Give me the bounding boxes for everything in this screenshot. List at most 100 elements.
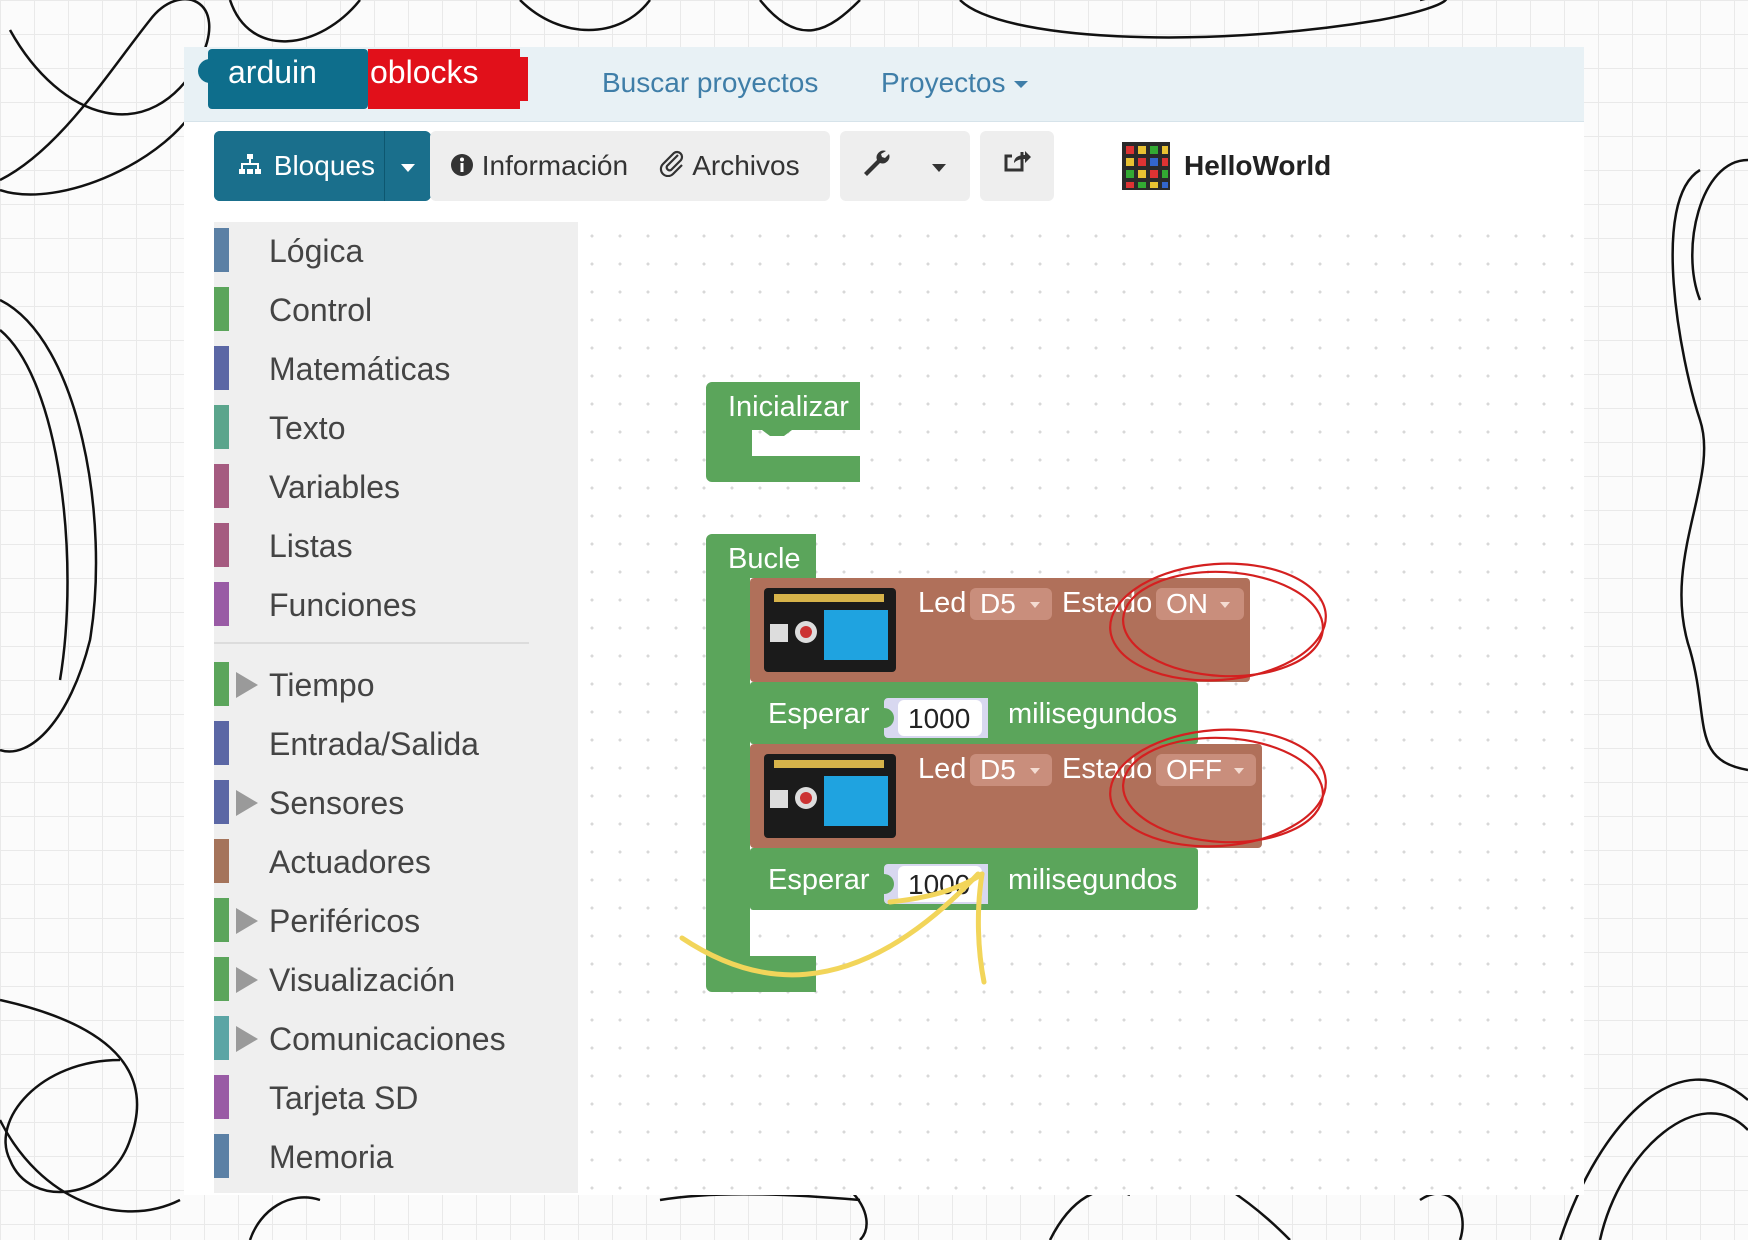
- search-projects-link[interactable]: Buscar proyectos: [602, 55, 818, 111]
- wait-unit: milisegundos: [1008, 698, 1177, 730]
- category-color-swatch: [214, 839, 229, 883]
- category-control[interactable]: Control: [214, 281, 578, 333]
- toolbar: Bloques Información Archivos HelloWorld: [184, 131, 1584, 207]
- category-memoria[interactable]: Memoria: [214, 1128, 578, 1180]
- category-color-swatch: [214, 464, 229, 508]
- expand-arrow-icon: [236, 790, 258, 816]
- state-value: ON: [1166, 588, 1208, 619]
- category-color-swatch: [214, 1134, 229, 1178]
- blocks-label: Bloques: [273, 150, 375, 181]
- category-label: Actuadores: [269, 844, 431, 880]
- wait-label: Esperar: [768, 698, 870, 730]
- category-matematicas[interactable]: Matemáticas: [214, 340, 578, 392]
- category-label: Funciones: [269, 587, 417, 623]
- category-color-swatch: [214, 662, 229, 706]
- files-button[interactable]: Archivos: [658, 131, 800, 201]
- paperclip-icon: [658, 133, 686, 203]
- blocks-button-group: Bloques: [214, 131, 431, 201]
- search-projects-label: Buscar proyectos: [602, 67, 819, 98]
- led-module-icon: [764, 588, 896, 672]
- category-color-swatch: [214, 1016, 229, 1060]
- state-dropdown[interactable]: ON: [1156, 588, 1244, 620]
- project-name[interactable]: HelloWorld: [1184, 131, 1331, 201]
- category-sensores[interactable]: Sensores: [214, 774, 578, 826]
- state-dropdown[interactable]: OFF: [1156, 754, 1256, 786]
- info-button[interactable]: Información: [450, 131, 628, 201]
- info-label: Información: [481, 150, 629, 181]
- category-funciones[interactable]: Funciones: [214, 576, 578, 628]
- projects-dropdown[interactable]: Proyectos: [881, 55, 1028, 111]
- init-block-label: Inicializar: [728, 391, 849, 423]
- pin-dropdown[interactable]: D5: [970, 754, 1052, 786]
- share-group: [980, 131, 1054, 201]
- expand-arrow-icon: [236, 908, 258, 934]
- category-label: Variables: [269, 469, 401, 505]
- projects-label: Proyectos: [881, 67, 1006, 98]
- category-color-swatch: [214, 1075, 229, 1119]
- led-label: Led: [918, 587, 966, 619]
- category-logica[interactable]: Lógica: [214, 222, 578, 274]
- category-color-swatch: [214, 721, 229, 765]
- init-block[interactable]: Inicializar: [706, 382, 860, 482]
- category-label: Comunicaciones: [269, 1021, 506, 1057]
- pin-value: D5: [980, 754, 1016, 785]
- category-label: Tarjeta SD: [269, 1080, 419, 1116]
- category-toolbox: Lógica Control Matemáticas Texto Variabl…: [214, 222, 578, 1193]
- chevron-down-icon: [932, 163, 946, 172]
- expand-arrow-icon: [236, 967, 258, 993]
- category-visualizacion[interactable]: Visualización: [214, 951, 578, 1003]
- category-label: Tiempo: [269, 667, 375, 703]
- category-divider: [214, 642, 529, 644]
- tools-dropdown-toggle[interactable]: [924, 131, 954, 201]
- category-label: Memoria: [269, 1139, 394, 1175]
- svg-text:arduin: arduin: [228, 54, 317, 90]
- wait-value-field[interactable]: 1000: [884, 864, 988, 904]
- category-color-swatch: [214, 898, 229, 942]
- led-on-block[interactable]: Led D5 Estado ON: [750, 578, 1250, 682]
- category-texto[interactable]: Texto: [214, 399, 578, 451]
- category-label: Listas: [269, 528, 353, 564]
- category-color-swatch: [214, 287, 229, 331]
- info-files-group: Información Archivos: [430, 131, 830, 201]
- category-label: Lógica: [269, 233, 364, 269]
- category-variables[interactable]: Variables: [214, 458, 578, 510]
- category-label: Texto: [269, 410, 346, 446]
- category-color-swatch: [214, 582, 229, 626]
- blocks-workspace[interactable]: Inicializar Bucle Led D5 Estado ON Esper…: [578, 222, 1584, 1195]
- loop-block-label: Bucle: [728, 543, 801, 575]
- category-label: Sensores: [269, 785, 405, 821]
- category-perifericos[interactable]: Periféricos: [214, 892, 578, 944]
- share-button[interactable]: [1002, 131, 1034, 201]
- category-label: Matemáticas: [269, 351, 451, 387]
- project-avatar: [1122, 142, 1170, 190]
- category-color-swatch: [214, 957, 229, 1001]
- state-value: OFF: [1166, 754, 1222, 785]
- info-circle-icon: [450, 133, 474, 203]
- tools-group: [840, 131, 970, 201]
- blocks-dropdown-toggle[interactable]: [384, 131, 431, 201]
- chevron-down-icon: [401, 163, 415, 172]
- arduinoblocks-app: arduin oblocks Buscar proyectos Proyecto…: [184, 47, 1584, 1195]
- arduinoblocks-logo[interactable]: arduin oblocks: [198, 49, 528, 111]
- chevron-down-icon: [1013, 81, 1028, 89]
- svg-text:oblocks: oblocks: [370, 54, 479, 90]
- category-color-swatch: [214, 523, 229, 567]
- category-listas[interactable]: Listas: [214, 517, 578, 569]
- blocks-button[interactable]: Bloques: [214, 131, 384, 201]
- category-comunicaciones[interactable]: Comunicaciones: [214, 1010, 578, 1062]
- files-label: Archivos: [692, 150, 800, 181]
- category-actuadores[interactable]: Actuadores: [214, 833, 578, 885]
- led-off-block[interactable]: Led D5 Estado OFF: [750, 744, 1262, 848]
- share-icon: [1002, 133, 1032, 203]
- pin-dropdown[interactable]: D5: [970, 588, 1052, 620]
- category-color-swatch: [214, 346, 229, 390]
- wait-block-1[interactable]: Esperar 1000 milisegundos: [750, 682, 1198, 744]
- tools-button[interactable]: [860, 131, 910, 201]
- wait-value-field[interactable]: 1000: [884, 698, 988, 738]
- category-tiempo[interactable]: Tiempo: [214, 656, 578, 708]
- category-entrada-salida[interactable]: Entrada/Salida: [214, 715, 578, 767]
- category-color-swatch: [214, 405, 229, 449]
- category-color-swatch: [214, 228, 229, 272]
- category-tarjeta-sd[interactable]: Tarjeta SD: [214, 1069, 578, 1121]
- led-module-icon: [764, 754, 896, 838]
